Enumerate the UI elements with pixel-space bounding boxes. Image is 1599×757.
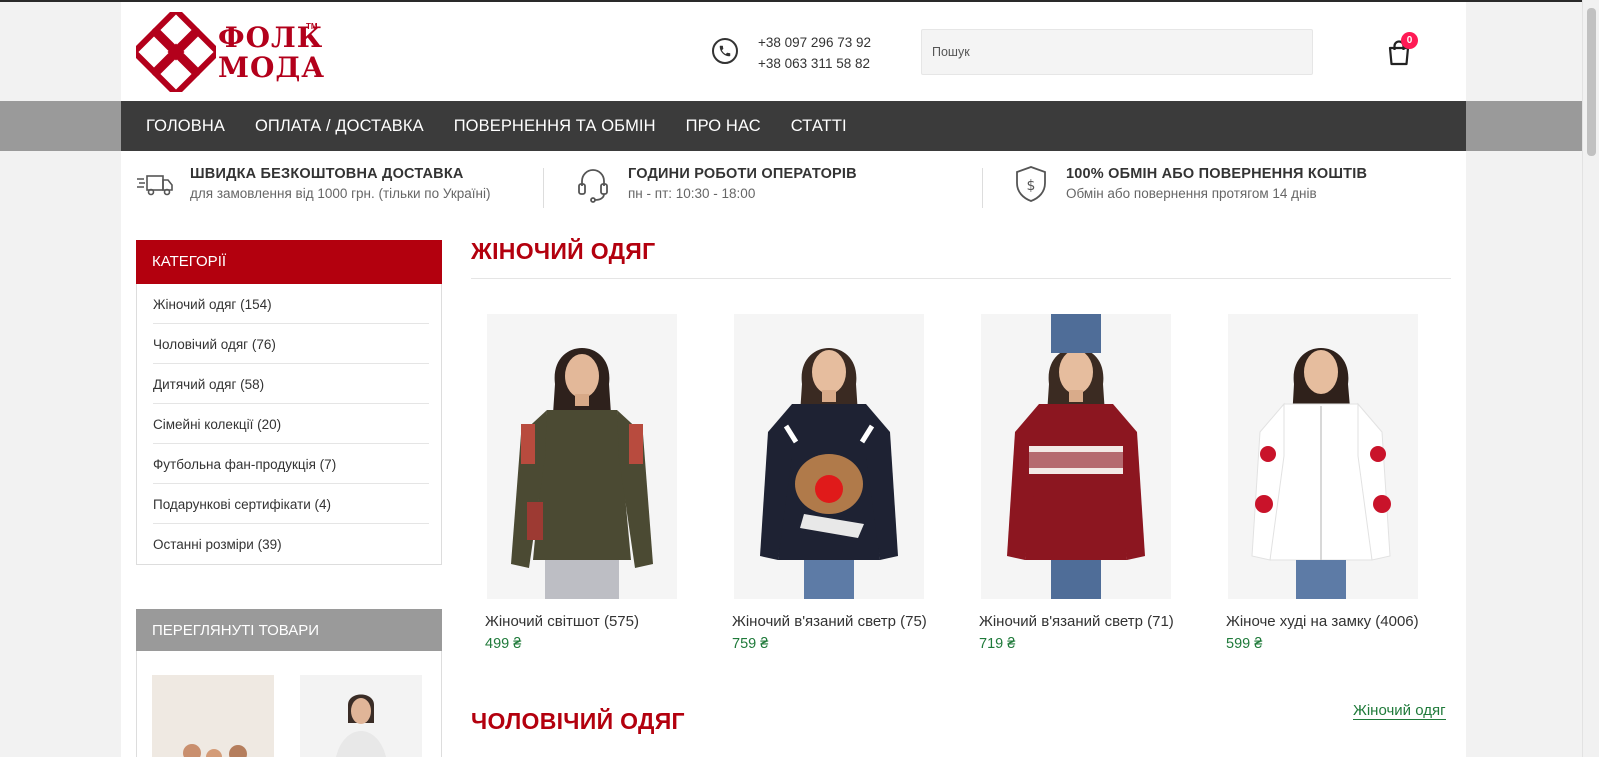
product-name[interactable]: Жіночий світшот (575) [485, 612, 685, 631]
product-name[interactable]: Жіночий в'язаний светр (75) [732, 612, 932, 631]
product-name[interactable]: Жіноче худі на замку (4006) [1226, 612, 1426, 631]
viewed-products-panel: ПЕРЕГЛЯНУТІ ТОВАРИ [136, 609, 442, 757]
category-family[interactable]: Сімейні колекції (20) [153, 404, 429, 444]
info-hours: ГОДИНИ РОБОТИ ОПЕРАТОРІВ пн - пт: 10:30 … [573, 162, 857, 212]
product-card[interactable]: Жіноче худі на замку (4006) 599 ₴ [1226, 314, 1426, 652]
product-image[interactable] [487, 314, 677, 599]
phone-number-2[interactable]: +38 063 311 58 82 [758, 53, 871, 74]
headset-icon [578, 169, 608, 203]
info-divider [982, 168, 983, 208]
shield-dollar-icon: $ [1016, 166, 1046, 202]
phone-number-1[interactable]: +38 097 296 73 92 [758, 32, 871, 53]
scrollbar-thumb[interactable] [1587, 8, 1596, 156]
category-women[interactable]: Жіночий одяг (154) [153, 284, 429, 324]
category-last-sizes[interactable]: Останні розміри (39) [153, 524, 429, 564]
viewed-product-image[interactable] [300, 675, 422, 757]
info-delivery-title: ШВИДКА БЕЗКОШТОВНА ДОСТАВКА [190, 166, 464, 182]
page-container: ФОЛК МОДА TM +38 097 296 73 92 +38 063 3… [121, 2, 1466, 757]
product-card[interactable]: Жіночий світшот (575) 499 ₴ [485, 314, 685, 652]
category-football[interactable]: Футбольна фан-продукція (7) [153, 444, 429, 484]
info-delivery: ШВИДКА БЕЗКОШТОВНА ДОСТАВКА для замовлен… [135, 162, 490, 212]
viewed-products-title: ПЕРЕГЛЯНУТІ ТОВАРИ [136, 609, 442, 651]
section-title-men: ЧОЛОВІЧИЙ ОДЯГ [471, 708, 685, 734]
product-card[interactable]: Жіночий в'язаний светр (71) 719 ₴ [979, 314, 1179, 652]
categories-list: Жіночий одяг (154) Чоловічий одяг (76) Д… [136, 284, 442, 565]
info-delivery-text: для замовлення від 1000 грн. (тільки по … [190, 186, 491, 201]
product-image[interactable] [981, 314, 1171, 599]
product-price: 759 ₴ [732, 636, 769, 652]
view-all-women-link[interactable]: Жіночий одяг [1353, 703, 1446, 720]
logo-text-moda: МОДА [218, 51, 326, 84]
category-men[interactable]: Чоловічий одяг (76) [153, 324, 429, 364]
product-image[interactable] [1228, 314, 1418, 599]
search-input[interactable] [921, 29, 1313, 75]
info-hours-title: ГОДИНИ РОБОТИ ОПЕРАТОРІВ [628, 166, 857, 182]
section-title-women: ЖІНОЧИЙ ОДЯГ [471, 238, 656, 264]
info-returns-title: 100% ОБМІН АБО ПОВЕРНЕННЯ КОШТІВ [1066, 166, 1368, 182]
product-card[interactable]: Жіночий в'язаний светр (75) 759 ₴ [732, 314, 932, 652]
svg-text:$: $ [1027, 178, 1036, 194]
nav-returns-exchange[interactable]: ПОВЕРНЕННЯ ТА ОБМІН [454, 117, 656, 136]
categories-title: КАТЕГОРІЇ [136, 240, 442, 284]
logo[interactable]: ФОЛК МОДА TM [136, 12, 324, 92]
logo-tm: TM [306, 22, 318, 31]
nav-home[interactable]: ГОЛОВНА [146, 117, 225, 136]
viewed-product-image[interactable] [152, 675, 274, 757]
main-nav: ГОЛОВНА ОПЛАТА / ДОСТАВКА ПОВЕРНЕННЯ ТА … [121, 101, 1466, 151]
truck-icon [137, 175, 173, 196]
vertical-scrollbar[interactable] [1582, 0, 1599, 757]
product-price: 599 ₴ [1226, 636, 1263, 652]
product-image[interactable] [734, 314, 924, 599]
category-kids[interactable]: Дитячий одяг (58) [153, 364, 429, 404]
info-returns: $ 100% ОБМІН АБО ПОВЕРНЕННЯ КОШТІВ Обмін… [1011, 162, 1367, 212]
cart-count-badge: 0 [1401, 32, 1418, 49]
category-gift-cards[interactable]: Подарункові сертифікати (4) [153, 484, 429, 524]
phone-numbers: +38 097 296 73 92 +38 063 311 58 82 [758, 32, 871, 74]
phone-icon [712, 38, 738, 64]
categories-panel: КАТЕГОРІЇ Жіночий одяг (154) Чоловічий о… [136, 240, 442, 565]
section-divider [471, 278, 1451, 279]
info-divider [543, 168, 544, 208]
nav-about[interactable]: ПРО НАС [686, 117, 761, 136]
info-returns-text: Обмін або повернення протягом 14 днів [1066, 186, 1317, 201]
info-hours-text: пн - пт: 10:30 - 18:00 [628, 186, 756, 201]
product-price: 499 ₴ [485, 636, 522, 652]
product-price: 719 ₴ [979, 636, 1016, 652]
nav-payment-delivery[interactable]: ОПЛАТА / ДОСТАВКА [255, 117, 424, 136]
viewed-products-list [136, 651, 442, 757]
logo-ornament-icon [136, 12, 216, 92]
product-name[interactable]: Жіночий в'язаний светр (71) [979, 612, 1179, 631]
nav-articles[interactable]: СТАТТІ [791, 117, 847, 136]
